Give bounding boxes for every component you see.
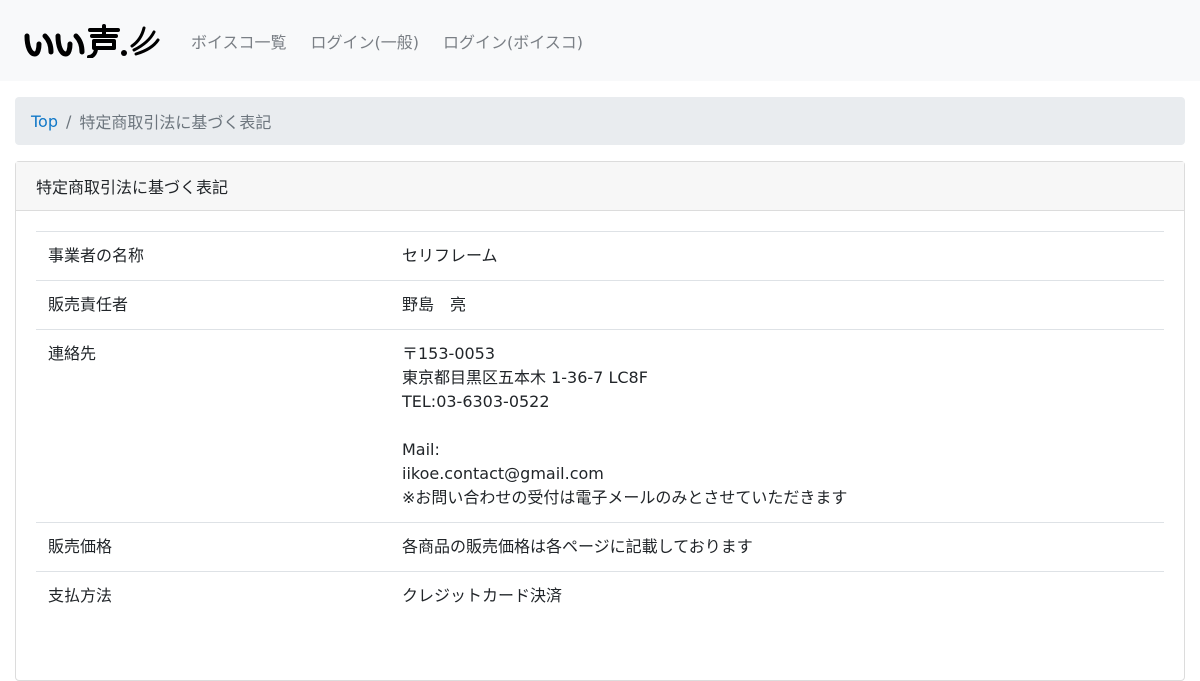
legal-notice-card: 特定商取引法に基づく表記 事業者の名称 セリフレーム 販売責任者 野島 亮 連絡…: [15, 161, 1185, 681]
table-row: 連絡先 〒153-0053 東京都目黒区五本木 1-36-7 LC8F TEL:…: [36, 329, 1164, 523]
table-row: 販売価格 各商品の販売価格は各ページに記載しております: [36, 522, 1164, 572]
main-nav: ボイスコ一覧 ログイン(一般) ログイン(ボイスコ): [191, 29, 607, 53]
mail-label: Mail:: [402, 440, 440, 459]
value-line: 各商品の販売価格は各ページに記載しております: [402, 537, 753, 556]
table-row: 販売責任者 野島 亮: [36, 280, 1164, 330]
card-body: 事業者の名称 セリフレーム 販売責任者 野島 亮 連絡先 〒153-0053 東…: [16, 211, 1184, 620]
value-line: 野島 亮: [402, 295, 467, 314]
row-label-contact: 連絡先: [36, 329, 390, 523]
breadcrumb-separator: /: [66, 111, 72, 131]
breadcrumb-home-link[interactable]: Top: [31, 112, 58, 131]
address: 東京都目黒区五本木 1-36-7 LC8F: [402, 368, 648, 387]
breadcrumb: Top / 特定商取引法に基づく表記: [15, 97, 1185, 145]
phone-number: TEL:03-6303-0522: [402, 392, 550, 411]
navbar: ボイスコ一覧 ログイン(一般) ログイン(ボイスコ): [0, 0, 1200, 81]
row-label-business-name: 事業者の名称: [36, 231, 390, 281]
row-value-contact: 〒153-0053 東京都目黒区五本木 1-36-7 LC8F TEL:03-6…: [390, 329, 1164, 523]
nav-login-general-link[interactable]: ログイン(一般): [311, 29, 420, 53]
row-value-payment-method: クレジットカード決済: [390, 571, 1164, 620]
contact-note: ※お問い合わせの受付は電子メールのみとさせていただきます: [402, 488, 848, 507]
nav-voiceco-list-link[interactable]: ボイスコ一覧: [191, 29, 287, 53]
breadcrumb-current: 特定商取引法に基づく表記: [79, 113, 272, 132]
card-title: 特定商取引法に基づく表記: [16, 162, 1184, 211]
nav-login-voiceco-link[interactable]: ログイン(ボイスコ): [443, 29, 583, 53]
brand-logo[interactable]: [24, 23, 169, 58]
row-value-business-name: セリフレーム: [390, 231, 1164, 281]
email-address: iikoe.contact@gmail.com: [402, 464, 604, 483]
row-label-sales-price: 販売価格: [36, 522, 390, 572]
row-label-payment-method: 支払方法: [36, 571, 390, 620]
row-value-sales-price: 各商品の販売価格は各ページに記載しております: [390, 522, 1164, 572]
logo-icon: [24, 23, 160, 58]
value-line: セリフレーム: [402, 246, 498, 265]
legal-info-table: 事業者の名称 セリフレーム 販売責任者 野島 亮 連絡先 〒153-0053 東…: [36, 231, 1164, 620]
postal-code: 〒153-0053: [402, 344, 496, 363]
row-value-sales-manager: 野島 亮: [390, 280, 1164, 330]
table-row: 支払方法 クレジットカード決済: [36, 571, 1164, 620]
row-label-sales-manager: 販売責任者: [36, 280, 390, 330]
value-line: クレジットカード決済: [402, 586, 563, 605]
table-row: 事業者の名称 セリフレーム: [36, 231, 1164, 281]
